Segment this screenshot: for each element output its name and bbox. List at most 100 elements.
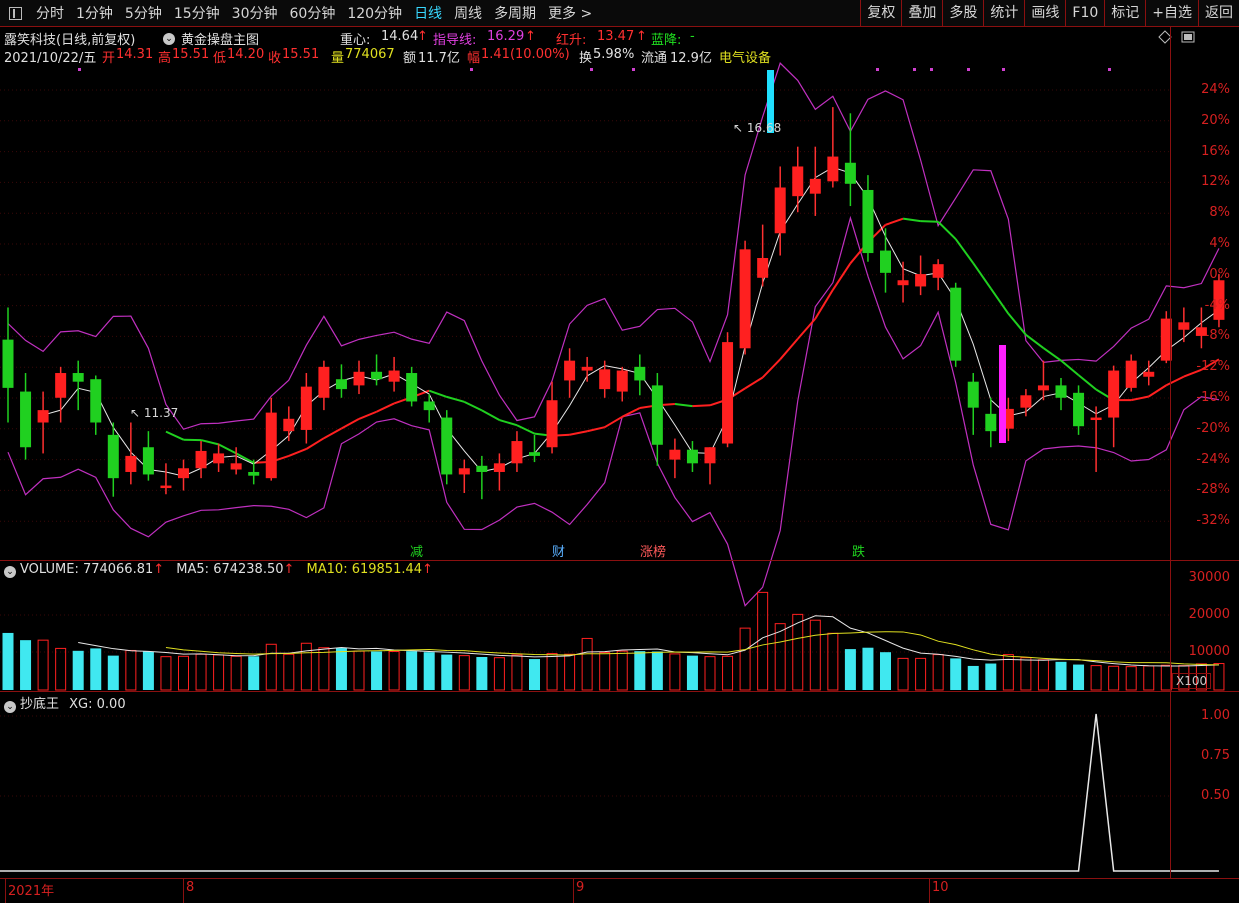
candle-body <box>125 455 137 472</box>
date-axis-label: 8 <box>186 880 195 895</box>
candle-body <box>441 417 453 475</box>
volume-bar <box>950 658 962 690</box>
trend-line-segment <box>674 402 693 408</box>
volume-bar <box>564 653 576 691</box>
volume-bar <box>230 655 242 691</box>
signal-bar-magenta <box>999 345 1006 443</box>
volume-unit[interactable]: X100 <box>1172 673 1212 689</box>
signal-dot <box>590 68 593 71</box>
trend-line-segment <box>305 437 325 450</box>
xg-indicator-line <box>0 713 1219 872</box>
event-marker[interactable]: 跌 <box>852 541 865 560</box>
candle-body <box>739 249 751 349</box>
event-marker[interactable]: 减 <box>410 541 423 560</box>
candle-body <box>72 373 84 382</box>
trend-line-segment <box>481 409 500 421</box>
candle-body <box>1073 392 1085 427</box>
trend-line-segment <box>376 402 395 413</box>
volume-bar <box>774 623 786 691</box>
candle-body <box>880 250 891 273</box>
xg-value: XG: 0.00 <box>69 697 126 712</box>
event-marker[interactable]: 财 <box>552 541 565 560</box>
volume-bar <box>20 640 32 690</box>
panel-divider <box>0 691 1239 692</box>
candle-body <box>581 366 593 371</box>
candle-body <box>300 386 312 430</box>
event-marker[interactable]: 涨榜 <box>640 541 666 560</box>
indicator-axis-label: 1.00 <box>1201 708 1230 723</box>
volume-bar <box>897 657 909 691</box>
volume-axis-label: 20000 <box>1188 607 1230 622</box>
candle-body <box>985 413 997 432</box>
axis-divider <box>1170 27 1171 878</box>
volume-bar <box>844 649 856 690</box>
volume-bar <box>634 651 646 690</box>
candle-body <box>774 187 786 234</box>
trend-line-segment <box>1130 395 1149 402</box>
price-axis-label: -20% <box>1196 420 1230 436</box>
volume-bar <box>511 654 523 691</box>
trend-line-segment <box>288 448 307 457</box>
candle-body <box>757 258 769 278</box>
candle-body <box>1108 370 1120 418</box>
volume-bar <box>458 655 470 691</box>
trend-line-segment <box>463 400 483 412</box>
candle-body <box>897 280 909 286</box>
price-axis-label: 0% <box>1209 266 1230 282</box>
volume-bar <box>335 648 347 690</box>
collapse-icon[interactable]: ⌄ <box>4 701 16 713</box>
volume-bar <box>441 654 453 690</box>
candle-body <box>599 369 611 390</box>
volume-bar <box>1090 665 1102 691</box>
candle-body <box>669 449 681 460</box>
candle-body <box>1090 417 1102 421</box>
trend-line-segment <box>428 389 448 398</box>
trend-line-segment <box>744 376 764 390</box>
volume-axis-label: 30000 <box>1188 570 1230 585</box>
candle-body <box>335 379 347 390</box>
indicator-axis-label: 0.75 <box>1201 748 1230 763</box>
volume-bar <box>195 653 207 691</box>
volume-bar <box>493 657 505 691</box>
volume-bar <box>283 653 295 691</box>
panel-divider <box>0 878 1239 879</box>
signal-dot <box>1108 68 1111 71</box>
trend-line-segment <box>902 217 921 223</box>
price-axis-label: -16% <box>1196 390 1230 405</box>
volume-bar <box>37 639 49 691</box>
candle-body <box>704 447 716 464</box>
volume-bar <box>1213 663 1225 691</box>
trend-line-segment <box>954 238 975 264</box>
volume-bar <box>880 652 891 690</box>
volume-bar <box>809 619 821 691</box>
trend-line-segment <box>218 443 237 455</box>
volume-bar <box>423 652 435 690</box>
volume-bar <box>178 655 189 691</box>
candle-body <box>862 189 874 254</box>
volume-bar <box>1055 661 1067 690</box>
volume-bar <box>722 655 734 691</box>
candle-body <box>353 371 365 386</box>
candle-body <box>686 449 698 464</box>
signal-dot <box>967 68 970 71</box>
candle-body <box>932 264 944 278</box>
candle-body <box>423 401 435 411</box>
volume-bar <box>265 643 277 691</box>
candle-body <box>634 366 646 381</box>
trend-line-segment <box>446 395 465 403</box>
price-axis-label: -24% <box>1196 451 1230 467</box>
chart-canvas[interactable] <box>0 0 1239 903</box>
date-tick <box>5 878 6 903</box>
volume-bar <box>792 613 804 691</box>
candle-body <box>195 450 207 469</box>
price-axis-label: 24% <box>1201 82 1230 97</box>
up-arrow-icon: ↑ <box>422 562 433 577</box>
indicator-name[interactable]: 抄底王 <box>20 697 59 712</box>
price-axis-label: -4% <box>1204 297 1230 313</box>
trend-line-segment <box>569 430 588 436</box>
volume-bar <box>862 647 874 690</box>
candle-body <box>283 418 295 432</box>
volume-bar <box>160 656 172 691</box>
collapse-icon[interactable]: ⌄ <box>4 566 16 578</box>
candle-body <box>651 385 663 445</box>
